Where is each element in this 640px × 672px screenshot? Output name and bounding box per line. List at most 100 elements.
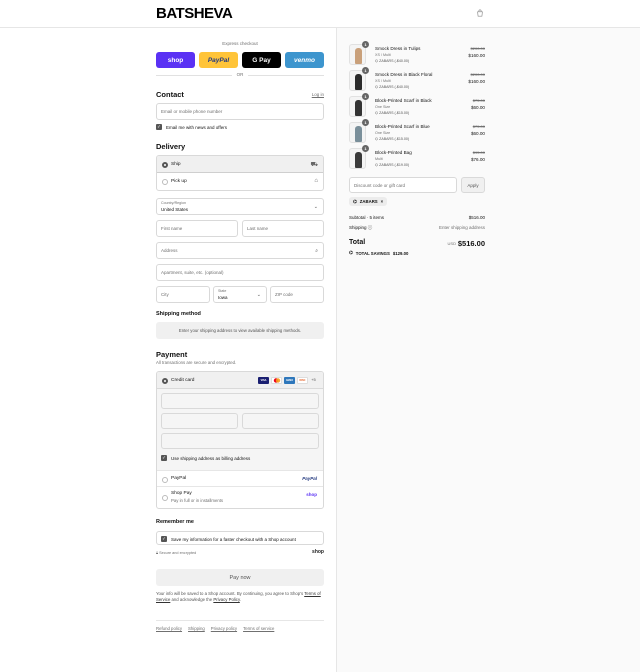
amex-icon: AMEX xyxy=(284,377,295,384)
last-name-field[interactable]: Last name xyxy=(242,220,324,237)
product-variant: Multi xyxy=(375,157,383,161)
radio-icon[interactable] xyxy=(162,495,168,501)
quantity-badge: 1 xyxy=(362,145,369,152)
country-select[interactable]: Country/Region United States ⌄ xyxy=(156,198,324,215)
original-price: $95.00 xyxy=(472,150,485,155)
quantity-badge: 1 xyxy=(362,119,369,126)
shop-pay-express-button[interactable]: shop xyxy=(156,52,195,68)
tag-icon: ⌬ xyxy=(375,85,379,89)
express-checkout-buttons: shop PayPal G Pay venmo xyxy=(156,52,324,68)
subtotal-row: Subtotal · 5 items $516.00 xyxy=(349,215,485,220)
brand-logo[interactable]: BATSHEVA xyxy=(156,5,233,22)
quantity-badge: 1 xyxy=(362,41,369,48)
card-expiry-field[interactable] xyxy=(161,413,238,429)
login-link[interactable]: Log in xyxy=(312,92,324,97)
discounted-price: $76.00 xyxy=(470,157,485,162)
apply-discount-button[interactable]: Apply xyxy=(461,177,485,193)
payment-option-shop-pay[interactable]: Shop Pay Pay in full or in installments … xyxy=(157,486,323,508)
tag-icon: ⌬ xyxy=(349,250,353,255)
checkbox-checked-icon[interactable]: ✓ xyxy=(161,536,167,542)
shipping-method-note: Enter your shipping address to view avai… xyxy=(156,322,324,339)
city-field[interactable]: City xyxy=(156,286,210,303)
payment-option-credit-card[interactable]: Credit card VISA AMEX DISC +5 xyxy=(157,372,323,389)
radio-icon[interactable] xyxy=(162,476,168,483)
remember-me-heading: Remember me xyxy=(156,519,194,525)
privacy-policy-link[interactable]: Privacy Policy xyxy=(213,597,239,602)
original-price: $75.00 xyxy=(472,124,485,129)
footer-links: Refund policy Shipping Privacy policy Te… xyxy=(156,626,324,631)
more-cards-badge: +5 xyxy=(311,377,316,382)
discounted-price: $60.00 xyxy=(470,105,485,110)
shipping-row: Shipping ⓘ Enter shipping address xyxy=(349,225,485,230)
discount-code-input[interactable]: Discount code or gift card xyxy=(349,177,457,193)
checkbox-checked-icon[interactable]: ✓ xyxy=(156,124,162,130)
shipping-method-heading: Shipping method xyxy=(156,311,201,317)
product-variant: XS / Multi xyxy=(375,53,391,57)
refund-policy-link[interactable]: Refund policy xyxy=(156,626,182,631)
shipping-policy-link[interactable]: Shipping xyxy=(188,626,205,631)
chevron-down-icon: ⌄ xyxy=(256,292,261,298)
address-field[interactable]: Address ⌕ xyxy=(156,242,324,259)
original-price: $75.00 xyxy=(472,98,485,103)
help-icon[interactable]: ⓘ xyxy=(368,225,373,230)
privacy-policy-footer-link[interactable]: Privacy policy xyxy=(211,626,237,631)
card-number-field[interactable] xyxy=(161,393,319,409)
save-info-opt-in[interactable]: ✓ Save my information for a faster check… xyxy=(161,536,296,542)
card-security-code-field[interactable] xyxy=(242,413,319,429)
billing-same-as-shipping[interactable]: ✓ Use shipping address as billing addres… xyxy=(161,455,250,461)
line-discount: ⌬ ZABARS (-$19.00) xyxy=(375,163,410,167)
product-variant: One Size xyxy=(375,105,391,109)
pay-now-button[interactable]: Pay now xyxy=(156,569,324,586)
remember-me-box: ✓ Save my information for a faster check… xyxy=(156,531,324,545)
tag-icon: ⌬ xyxy=(375,137,379,141)
delivery-option-ship[interactable]: Ship ⛟ xyxy=(157,156,323,173)
footer-divider xyxy=(156,620,324,621)
payment-subtitle: All transactions are secure and encrypte… xyxy=(156,360,237,365)
apartment-field[interactable]: Apartment, suite, etc. (optional) xyxy=(156,264,324,281)
mastercard-icon xyxy=(271,377,282,384)
header: BATSHEVA xyxy=(0,0,640,28)
quantity-badge: 1 xyxy=(362,67,369,74)
cart-line-item: 1 Smock Dress in Tulips XS / Multi ⌬ ZAB… xyxy=(349,41,485,66)
product-name: Smock Dress in Black Floral xyxy=(375,72,433,77)
product-name: Block-Printed Scarf in Blue xyxy=(375,124,430,129)
shopping-bag-icon[interactable] xyxy=(476,9,484,17)
news-opt-in[interactable]: ✓ Email me with news and offers xyxy=(156,124,227,130)
quantity-badge: 1 xyxy=(362,93,369,100)
paypal-logo: PayPal xyxy=(302,476,317,481)
product-variant: XS / Multi xyxy=(375,79,391,83)
radio-selected-icon[interactable] xyxy=(162,161,168,168)
discounted-price: $160.00 xyxy=(468,53,485,58)
google-pay-express-button[interactable]: G Pay xyxy=(242,52,281,68)
total-row: Total USD $516.00 xyxy=(349,239,485,248)
checkbox-checked-icon[interactable]: ✓ xyxy=(161,455,167,461)
discounted-price: $160.00 xyxy=(468,79,485,84)
product-name: Block-Printed Bag xyxy=(375,150,412,155)
radio-icon[interactable] xyxy=(162,178,168,185)
store-icon: ⌂ xyxy=(314,178,318,184)
delivery-option-pickup[interactable]: Pick up ⌂ xyxy=(157,173,323,190)
radio-selected-icon[interactable] xyxy=(162,377,168,384)
shop-pay-logo: shop xyxy=(306,492,317,497)
line-discount: ⌬ ZABARS (-$15.00) xyxy=(375,111,410,115)
lock-icon: 🔒︎ xyxy=(156,551,159,555)
state-select[interactable]: State Iowa ⌄ xyxy=(213,286,267,303)
first-name-field[interactable]: First name xyxy=(156,220,238,237)
card-name-field[interactable] xyxy=(161,433,319,449)
zip-field[interactable]: ZIP code xyxy=(270,286,324,303)
original-price: $200.00 xyxy=(470,72,485,77)
contact-heading: Contact xyxy=(156,90,184,99)
cart-line-item: 1 Block-Printed Scarf in Blue One Size ⌬… xyxy=(349,119,485,144)
cart-line-item: 1 Block-Printed Scarf in Black One Size … xyxy=(349,93,485,118)
email-field[interactable]: Email or mobile phone number xyxy=(156,103,324,120)
shop-terms-note: Your info will be saved to a Shop accoun… xyxy=(156,591,321,602)
venmo-express-button[interactable]: venmo xyxy=(285,52,324,68)
paypal-express-button[interactable]: PayPal xyxy=(199,52,238,68)
payment-option-paypal[interactable]: PayPal PayPal xyxy=(157,470,323,486)
remove-discount-icon[interactable]: × xyxy=(381,199,384,204)
currency-code: USD xyxy=(447,241,456,246)
tag-icon: ⌬ xyxy=(353,198,357,204)
terms-of-service-footer-link[interactable]: Terms of service xyxy=(243,626,274,631)
tag-icon: ⌬ xyxy=(375,163,379,167)
payment-heading: Payment xyxy=(156,350,188,359)
